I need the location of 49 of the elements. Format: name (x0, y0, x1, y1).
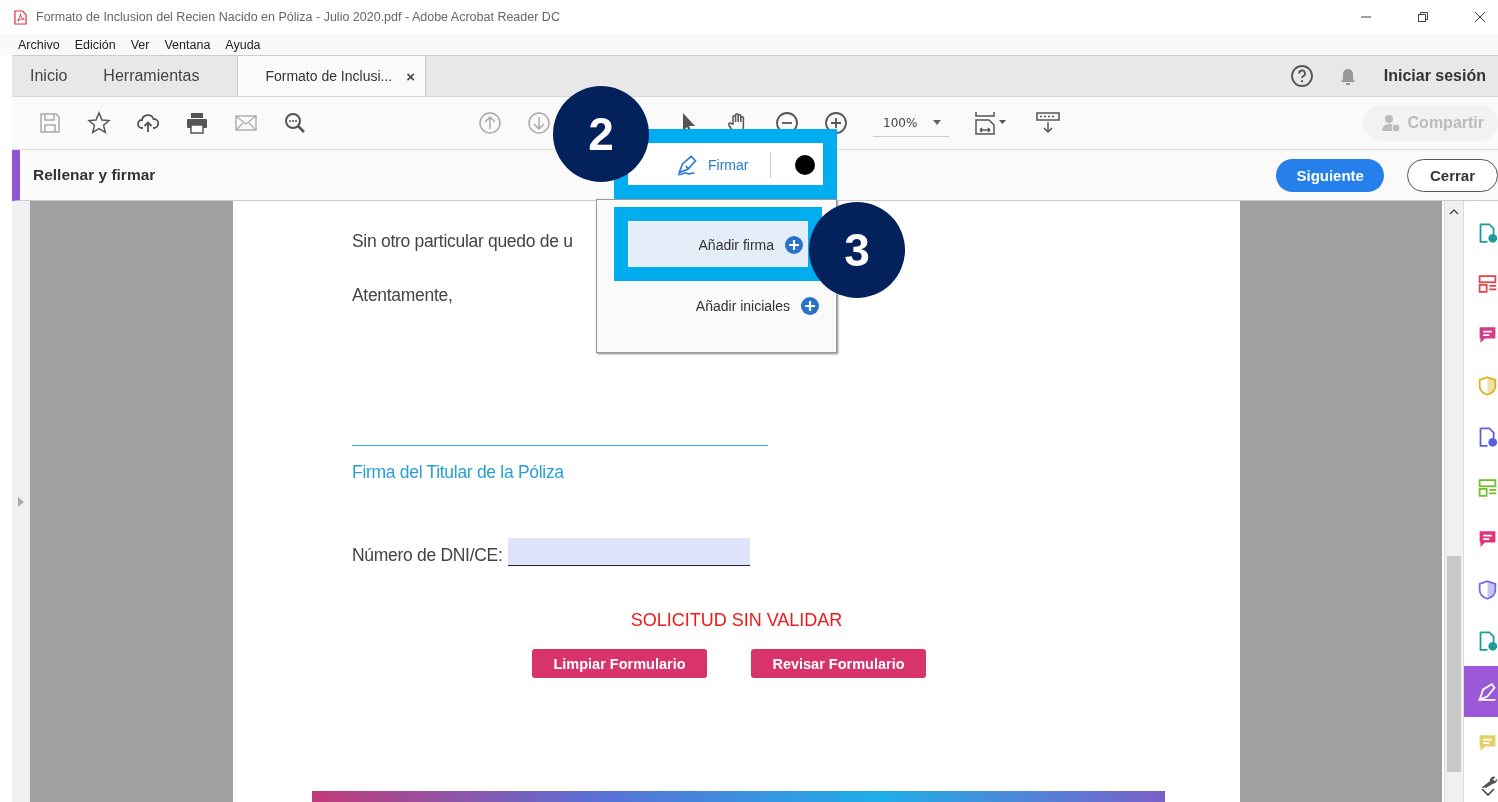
window-title: Formato de Inclusion del Recien Nacido en Póliza - Julio 2020.pdf - Adobe Acrobat Reader DC (36, 10, 560, 24)
user-add-icon (1380, 113, 1401, 133)
close-icon[interactable] (1474, 11, 1486, 23)
tool-icon (1477, 680, 1498, 703)
tool-item[interactable] (1464, 666, 1498, 717)
form-button[interactable]: Limpiar Formulario (532, 649, 707, 678)
next-button[interactable]: Siguiente (1276, 158, 1384, 192)
signature-caption: Firma del Titular de la Póliza (352, 462, 564, 483)
print-icon[interactable] (185, 111, 209, 135)
dni-input-field[interactable] (507, 538, 750, 566)
zoom-dropdown[interactable]: 100% (873, 109, 950, 137)
panel-title: Rellenar y firmar (33, 166, 156, 184)
plus-circle-icon (800, 296, 820, 316)
fit-page-icon[interactable] (974, 111, 1009, 135)
menu-item[interactable]: Ver (130, 37, 150, 52)
tab[interactable]: Formato de Inclusi... × (237, 56, 426, 96)
star-icon[interactable] (87, 111, 111, 135)
pdf-file-icon (14, 9, 27, 25)
menu-item[interactable]: Añadir firma (629, 222, 808, 267)
left-panel-toggle[interactable] (12, 201, 30, 802)
menu-item[interactable]: Edición (74, 37, 116, 52)
status-text: SOLICITUD SIN VALIDAR (629, 609, 844, 631)
sign-button[interactable]: Firmar (672, 149, 753, 180)
scrollbar[interactable] (1444, 201, 1463, 802)
scroll-up-icon[interactable] (1449, 209, 1459, 215)
dni-label: Número de DNI/CE: (352, 545, 503, 566)
document-text: Atentamente, (352, 285, 453, 306)
cloud-upload-icon[interactable] (136, 111, 160, 135)
restore-icon[interactable] (1417, 11, 1429, 23)
help-icon[interactable] (1289, 64, 1314, 88)
menu-item[interactable]: Archivo (18, 37, 60, 52)
ink-color-dot[interactable] (795, 154, 816, 175)
zoom-in-icon[interactable] (824, 111, 848, 135)
close-button[interactable]: Cerrar (1406, 158, 1498, 192)
tab[interactable]: Inicio (12, 56, 86, 96)
caret-icon (933, 120, 942, 125)
tab-close-button[interactable]: × (406, 67, 415, 85)
caret-right-icon (18, 496, 24, 507)
keyboard-download-icon[interactable] (1036, 111, 1061, 135)
scroll-thumb[interactable] (1447, 556, 1461, 772)
form-button[interactable]: Revisar Formulario (751, 649, 926, 678)
search-icon[interactable] (283, 111, 307, 135)
menu-item[interactable]: Ventana (164, 37, 211, 52)
document-text: Sin otro particular quedo de u (352, 231, 573, 252)
tab[interactable]: Herramientas (85, 56, 238, 96)
plus-circle-icon (784, 234, 804, 255)
menu-item[interactable]: Ayuda (225, 37, 261, 52)
chevron-down-icon[interactable] (1481, 788, 1495, 796)
sign-in-link[interactable]: Iniciar sesión (1381, 67, 1498, 85)
